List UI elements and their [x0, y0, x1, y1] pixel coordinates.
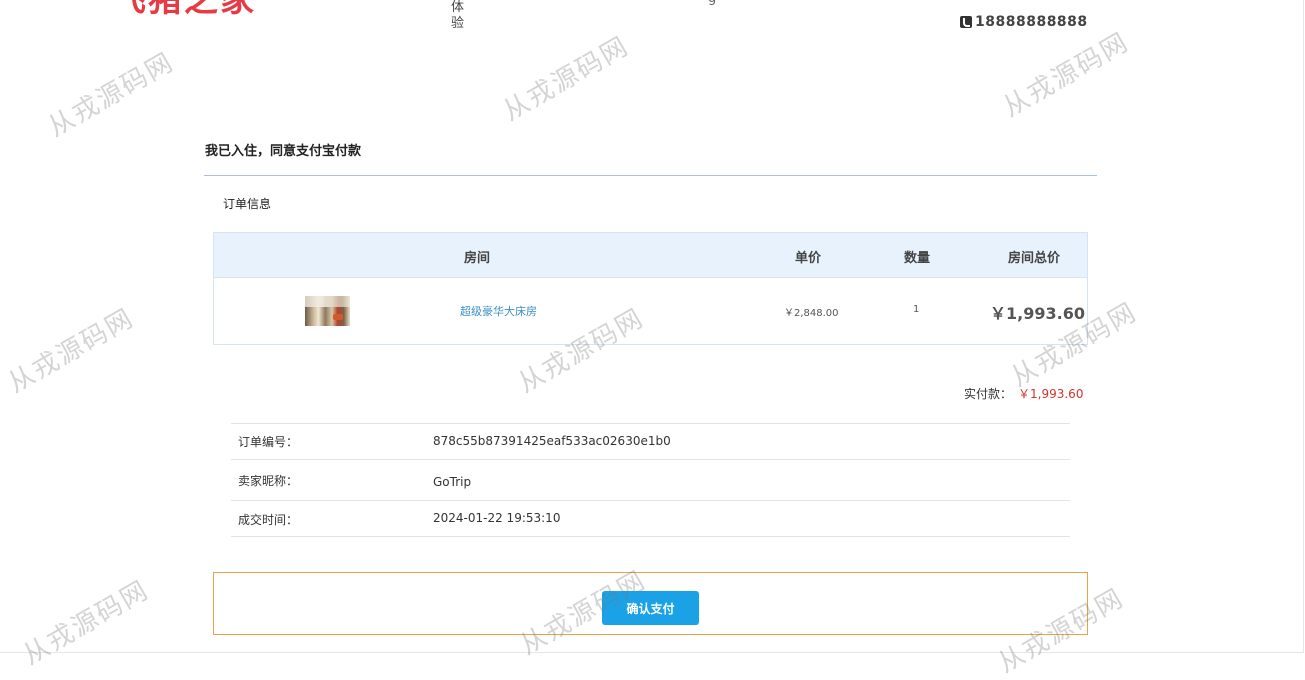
seller-value: GoTrip — [433, 475, 472, 489]
phone-icon — [960, 16, 972, 28]
contact-phone: 18888888888 — [960, 14, 1088, 30]
amount-paid: 实付款： ￥1,993.60 — [964, 385, 1083, 402]
amount-paid-label: 实付款： — [964, 387, 1013, 401]
logo[interactable]: 飞猪之家 — [112, 0, 302, 18]
order-table-header: 房间 单价 数量 房间总价 — [214, 233, 1087, 278]
column-header-total: 房间总价 — [1008, 251, 1061, 266]
table-row: 超级豪华大床房 ￥2,848.00 1 ￥1,993.60 — [214, 278, 1087, 344]
unit-price: ￥2,848.00 — [784, 308, 839, 319]
transaction-time-label: 成交时间： — [238, 513, 299, 527]
confirm-payment-button[interactable]: 确认支付 — [602, 591, 699, 625]
column-header-room: 房间 — [464, 251, 491, 266]
order-details: 订单编号： 878c55b87391425eaf533ac02630e1b0 卖… — [231, 423, 1070, 537]
column-header-price: 单价 — [795, 251, 822, 266]
order-info-heading: 订单信息 — [223, 197, 272, 211]
room-name-link[interactable]: 超级豪华大床房 — [460, 303, 537, 319]
seller-row: 卖家昵称： GoTrip — [231, 459, 1070, 500]
order-number-label: 订单编号： — [238, 435, 299, 449]
logo-text: 飞猪之家 — [112, 0, 256, 18]
order-number-value: 878c55b87391425eaf533ac02630e1b0 — [433, 434, 671, 448]
quantity: 1 — [913, 304, 920, 315]
transaction-time-value: 2024-01-22 19:53:10 — [433, 511, 561, 525]
title-divider — [204, 175, 1097, 176]
page-title: 我已入住，同意支付宝付款 — [205, 144, 362, 159]
transaction-time-row: 成交时间： 2024-01-22 19:53:10 — [231, 500, 1070, 537]
order-table: 房间 单价 数量 房间总价 超级豪华大床房 ￥2,848.00 1 ￥1,993… — [213, 232, 1088, 345]
seller-label: 卖家昵称： — [238, 474, 299, 488]
order-number-row: 订单编号： 878c55b87391425eaf533ac02630e1b0 — [231, 423, 1070, 459]
confirm-panel: 确认支付 — [213, 572, 1088, 635]
amount-paid-value: ￥1,993.60 — [1018, 387, 1084, 401]
room-thumbnail[interactable] — [305, 296, 350, 326]
nav-item-fragment[interactable]: 体验 — [451, 0, 465, 32]
nav-item-fragment-2[interactable]: g — [708, 0, 716, 6]
phone-number: 18888888888 — [975, 14, 1088, 30]
room-total-price: ￥1,993.60 — [990, 304, 1085, 323]
column-header-qty: 数量 — [904, 251, 931, 266]
